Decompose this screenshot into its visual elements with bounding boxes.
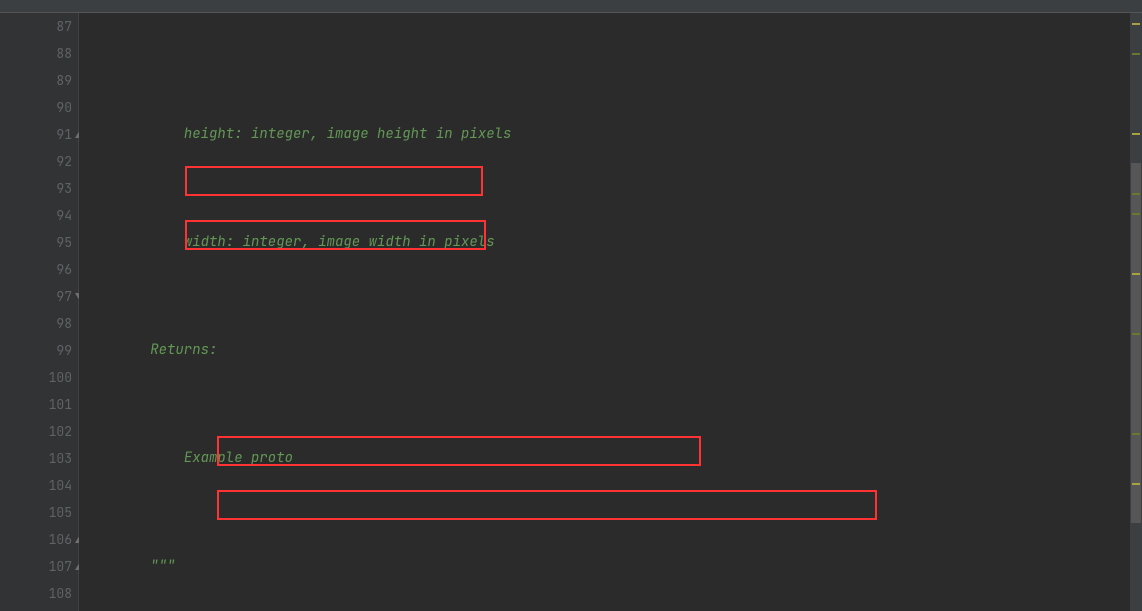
line-number[interactable]: 92: [0, 148, 78, 175]
line-number[interactable]: 108: [0, 580, 78, 607]
line-number[interactable]: 95: [0, 229, 78, 256]
line-number[interactable]: 109: [0, 607, 78, 611]
line-number[interactable]: 101: [0, 391, 78, 418]
line-number[interactable]: 105: [0, 499, 78, 526]
line-number[interactable]: 97: [0, 283, 78, 310]
scroll-mark[interactable]: [1132, 483, 1140, 485]
editor-tab-strip[interactable]: [0, 0, 1142, 13]
code-line: width: integer, image width in pixels: [83, 229, 1130, 256]
vertical-scrollbar[interactable]: [1130, 13, 1142, 611]
scroll-mark[interactable]: [1132, 433, 1140, 435]
code-area[interactable]: height: integer, image height in pixels …: [79, 13, 1130, 611]
scroll-mark[interactable]: [1132, 23, 1140, 25]
scroll-mark[interactable]: [1132, 273, 1140, 275]
code-line: """: [83, 553, 1130, 580]
line-number[interactable]: 89: [0, 67, 78, 94]
line-number[interactable]: 100: [0, 364, 78, 391]
line-number[interactable]: 104: [0, 472, 78, 499]
line-number[interactable]: 96: [0, 256, 78, 283]
annotation-box: [217, 490, 877, 520]
line-number[interactable]: 90: [0, 94, 78, 121]
code-line: height: integer, image height in pixels: [83, 121, 1130, 148]
scroll-thumb[interactable]: [1131, 163, 1141, 523]
line-number[interactable]: 94: [0, 202, 78, 229]
gutter[interactable]: 8788899091929394959697989910010110210310…: [0, 13, 79, 611]
code-line: Example proto: [83, 445, 1130, 472]
line-number[interactable]: 103: [0, 445, 78, 472]
line-number[interactable]: 98: [0, 310, 78, 337]
scroll-mark[interactable]: [1132, 333, 1140, 335]
code-line: Returns:: [83, 337, 1130, 364]
line-number[interactable]: 88: [0, 40, 78, 67]
scroll-mark[interactable]: [1132, 193, 1140, 195]
line-number[interactable]: 91: [0, 121, 78, 148]
line-number[interactable]: 106: [0, 526, 78, 553]
annotation-box: [185, 166, 483, 196]
scroll-mark[interactable]: [1132, 133, 1140, 135]
line-number[interactable]: 93: [0, 175, 78, 202]
line-number[interactable]: 99: [0, 337, 78, 364]
scroll-mark[interactable]: [1132, 213, 1140, 215]
scroll-mark[interactable]: [1132, 53, 1140, 55]
line-number[interactable]: 102: [0, 418, 78, 445]
editor: 8788899091929394959697989910010110210310…: [0, 13, 1142, 611]
line-number[interactable]: 87: [0, 13, 78, 40]
line-number[interactable]: 107: [0, 553, 78, 580]
